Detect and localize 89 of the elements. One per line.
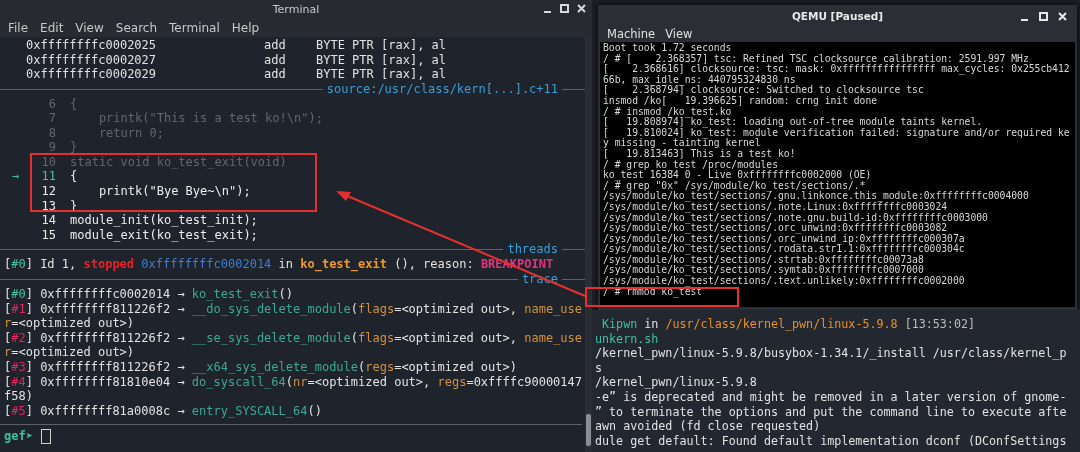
trace-line: [#1] 0xffffffff811226f2 → __do_sys_delete_module(flags=<optimized out>, name_use xyxy=(3,301,583,317)
line-number: 14 xyxy=(40,213,56,228)
window-title: QEMU [Paused] xyxy=(791,10,884,22)
console-line: / # [ 2.368357] tsc: Refined TSC clocksource calibration: 2591.997 MHz xyxy=(603,53,1030,64)
section-label: threads xyxy=(506,242,559,258)
terminal-line: awn avoided (fd close requested) xyxy=(595,419,822,434)
console-line: / # insmod /ko_test.ko xyxy=(603,106,732,118)
terminal-line: unkern.sh xyxy=(595,331,660,347)
operand-text: BYTE PTR [rax], al xyxy=(316,52,447,67)
current-line-marker: → xyxy=(12,169,20,184)
trace-line: f58) xyxy=(3,389,34,404)
trace-line: [#4] 0xffffffff81810e04 → do_syscall_64(nr=<optimized out>, regs=0xffffc90000147 xyxy=(3,374,583,390)
code-line: { xyxy=(70,169,78,185)
window-title: Terminal xyxy=(272,2,320,16)
menu-item[interactable]: Search xyxy=(115,20,158,35)
console-line: /sys/module/ko_test/sections/.orc_unwind_ip:0xffffffffc000307a xyxy=(603,233,966,245)
address-text: 0xffffffffc0002025 xyxy=(25,38,158,53)
terminal-line: /kernel_pwn/linux-5.9.8/busybox-1.34.1/_install /usr/class/kernel_p xyxy=(595,346,1068,361)
code-line: { xyxy=(70,96,78,112)
trace-line: [#5] 0xffffffff81a0008c → entry_SYSCALL_64() xyxy=(3,403,323,419)
code-line: return 0; xyxy=(97,125,164,141)
menu-item[interactable]: Edit xyxy=(40,20,64,35)
console-line: [ 19.808974] ko_test: loading out-of-tree module taints kernel. xyxy=(603,117,983,128)
line-number: 13 xyxy=(40,198,56,214)
code-line: module_init(ko_test_init); xyxy=(70,213,258,228)
line-number: 12 xyxy=(40,184,56,199)
line-number: 15 xyxy=(40,227,56,243)
trace-line: [#2] 0xffffffff811226f2 → __se_sys_delete_module(flags=<optimized out>, name_use xyxy=(3,330,583,346)
terminal-line: ” to terminate the options and put the command line to execute afte xyxy=(595,404,1068,420)
console-line: /sys/module/ko_test/sections/.rodata.str1.1:0xffffffffc000304c xyxy=(603,244,966,255)
maximize-icon[interactable] xyxy=(1039,12,1048,21)
menu-item[interactable]: Terminal xyxy=(169,20,220,35)
operand-text: BYTE PTR [rax], al xyxy=(316,38,447,53)
menu-item[interactable]: Help xyxy=(231,20,260,35)
code-line: printk("Bye Bye~\n"); xyxy=(97,184,251,199)
code-line: printk("This is a test ko!\n"); xyxy=(97,111,323,126)
trace-line: [#0] 0xffffffffc0002014 → ko_test_exit() xyxy=(3,287,294,302)
line-number: 11 xyxy=(40,169,56,185)
console-line: y missing - tainting kernel xyxy=(603,138,761,149)
console-line: /sys/module/ko_test/sections/.note.gnu.build-id:0xffffffffc0003000 xyxy=(603,212,989,224)
operand-text: BYTE PTR [rax], al xyxy=(316,67,447,82)
line-number: 8 xyxy=(47,125,56,141)
console-line: / # grep "0x" /sys/module/ko_test/sections/.* xyxy=(603,180,866,192)
close-icon[interactable] xyxy=(577,4,586,13)
address-text: 0xffffffffc0002029 xyxy=(25,67,158,82)
console-line: /sys/module/ko_test/sections/.symtab:0xffffffffc0007000 xyxy=(603,265,924,277)
console-line: /sys/module/ko_test/sections/.note.Linux:0xffffffffc0003024 xyxy=(603,201,948,213)
section-label: source:/usr/class/kern[...].c+11 xyxy=(325,81,559,97)
console-line: [ 19.813463] This is a test ko! xyxy=(603,148,797,160)
menu-item[interactable]: View xyxy=(75,20,104,35)
line-number: 6 xyxy=(47,96,56,112)
maximize-icon[interactable] xyxy=(560,4,569,13)
console-line: ko_test 16384 0 - Live 0xffffffffc0002000 (OE) xyxy=(603,170,873,181)
code-line: } xyxy=(70,140,78,155)
mnemonic-text: add xyxy=(264,38,287,53)
console-line: [ 2.368616] clocksource: tsc: mask: 0xffffffffffffffff max_cycles: 0x255cb412 xyxy=(603,64,1071,75)
console-line: / # grep ko_test /proc/modules xyxy=(603,159,778,171)
close-icon[interactable] xyxy=(1058,12,1067,21)
console-line: /sys/module/ko_test/sections/.strtab:0xffffffffc00073a8 xyxy=(603,254,924,266)
line-number: 9 xyxy=(47,140,56,155)
terminal-line: /kernel_pwn/linux-5.9.8 xyxy=(595,375,758,390)
console-line: /sys/module/ko_test/sections/.gnu.linkonce.this_module:0xffffffffc0004000 xyxy=(603,191,1030,202)
prompt-text: gef➤ xyxy=(4,429,33,444)
terminal-line: dule get default: Found default implementation dconf (DConfSettings xyxy=(595,433,1068,449)
address-text: 0xffffffffc0002027 xyxy=(25,52,158,67)
console-line: [ 2.368794] clocksource: Switched to clocksource tsc xyxy=(603,85,925,96)
console-line: insmod /ko[ 19.396625] random: crng init done xyxy=(603,95,879,107)
console-line: Boot took 1.72 seconds xyxy=(603,43,733,54)
menu-item[interactable]: View xyxy=(665,27,693,41)
terminal-line: Kipwn in /usr/class/kernel_pwn/linux-5.9.8 [13:53:02] xyxy=(601,317,976,332)
mnemonic-text: add xyxy=(264,52,287,67)
menu-item[interactable]: File xyxy=(8,20,29,35)
console-line: /sys/module/ko_test/sections/.text.unlikely:0xffffffffc0002000 xyxy=(603,276,966,287)
code-line: module_exit(ko_test_exit); xyxy=(70,227,258,243)
code-line: static void ko_test_exit(void) xyxy=(70,154,287,170)
trace-line: r=<optimized out>) xyxy=(3,345,136,360)
text-cursor xyxy=(40,428,51,444)
menu-item[interactable]: Machine xyxy=(607,27,656,41)
terminal-line: s xyxy=(595,360,604,376)
console-line: /sys/module/ko_test/sections/.orc_unwind:0xffffffffc0003082 xyxy=(603,223,948,234)
trace-line: [#3] 0xffffffff811226f2 → __x64_sys_delete_module(regs=<optimized out>) xyxy=(3,360,518,375)
scrollbar[interactable] xyxy=(585,37,592,452)
console-line: 66b, max_idle_ns: 440795324830 ns xyxy=(603,74,796,86)
console-line: [ 19.810024] ko_test: module verification failed: signature and/or required ke xyxy=(603,127,1071,139)
line-number: 7 xyxy=(47,111,56,126)
trace-line: r=<optimized out>) xyxy=(3,316,136,331)
line-number: 10 xyxy=(40,154,56,170)
terminal-line: -e” is deprecated and might be removed in a later version of gnome- xyxy=(595,389,1068,405)
mnemonic-text: add xyxy=(264,67,287,82)
